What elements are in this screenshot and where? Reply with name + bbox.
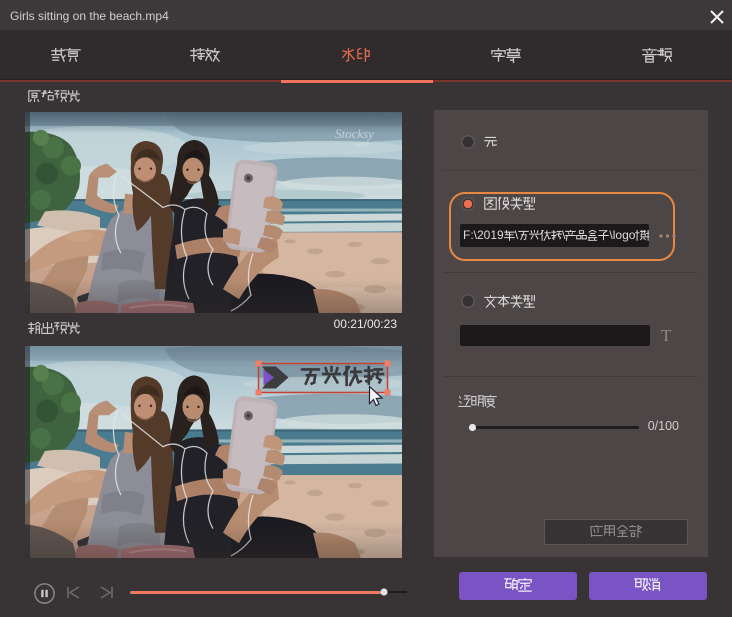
svg-text:UNITED: UNITED bbox=[355, 142, 370, 147]
svg-text:Stocksy: Stocksy bbox=[335, 126, 374, 141]
